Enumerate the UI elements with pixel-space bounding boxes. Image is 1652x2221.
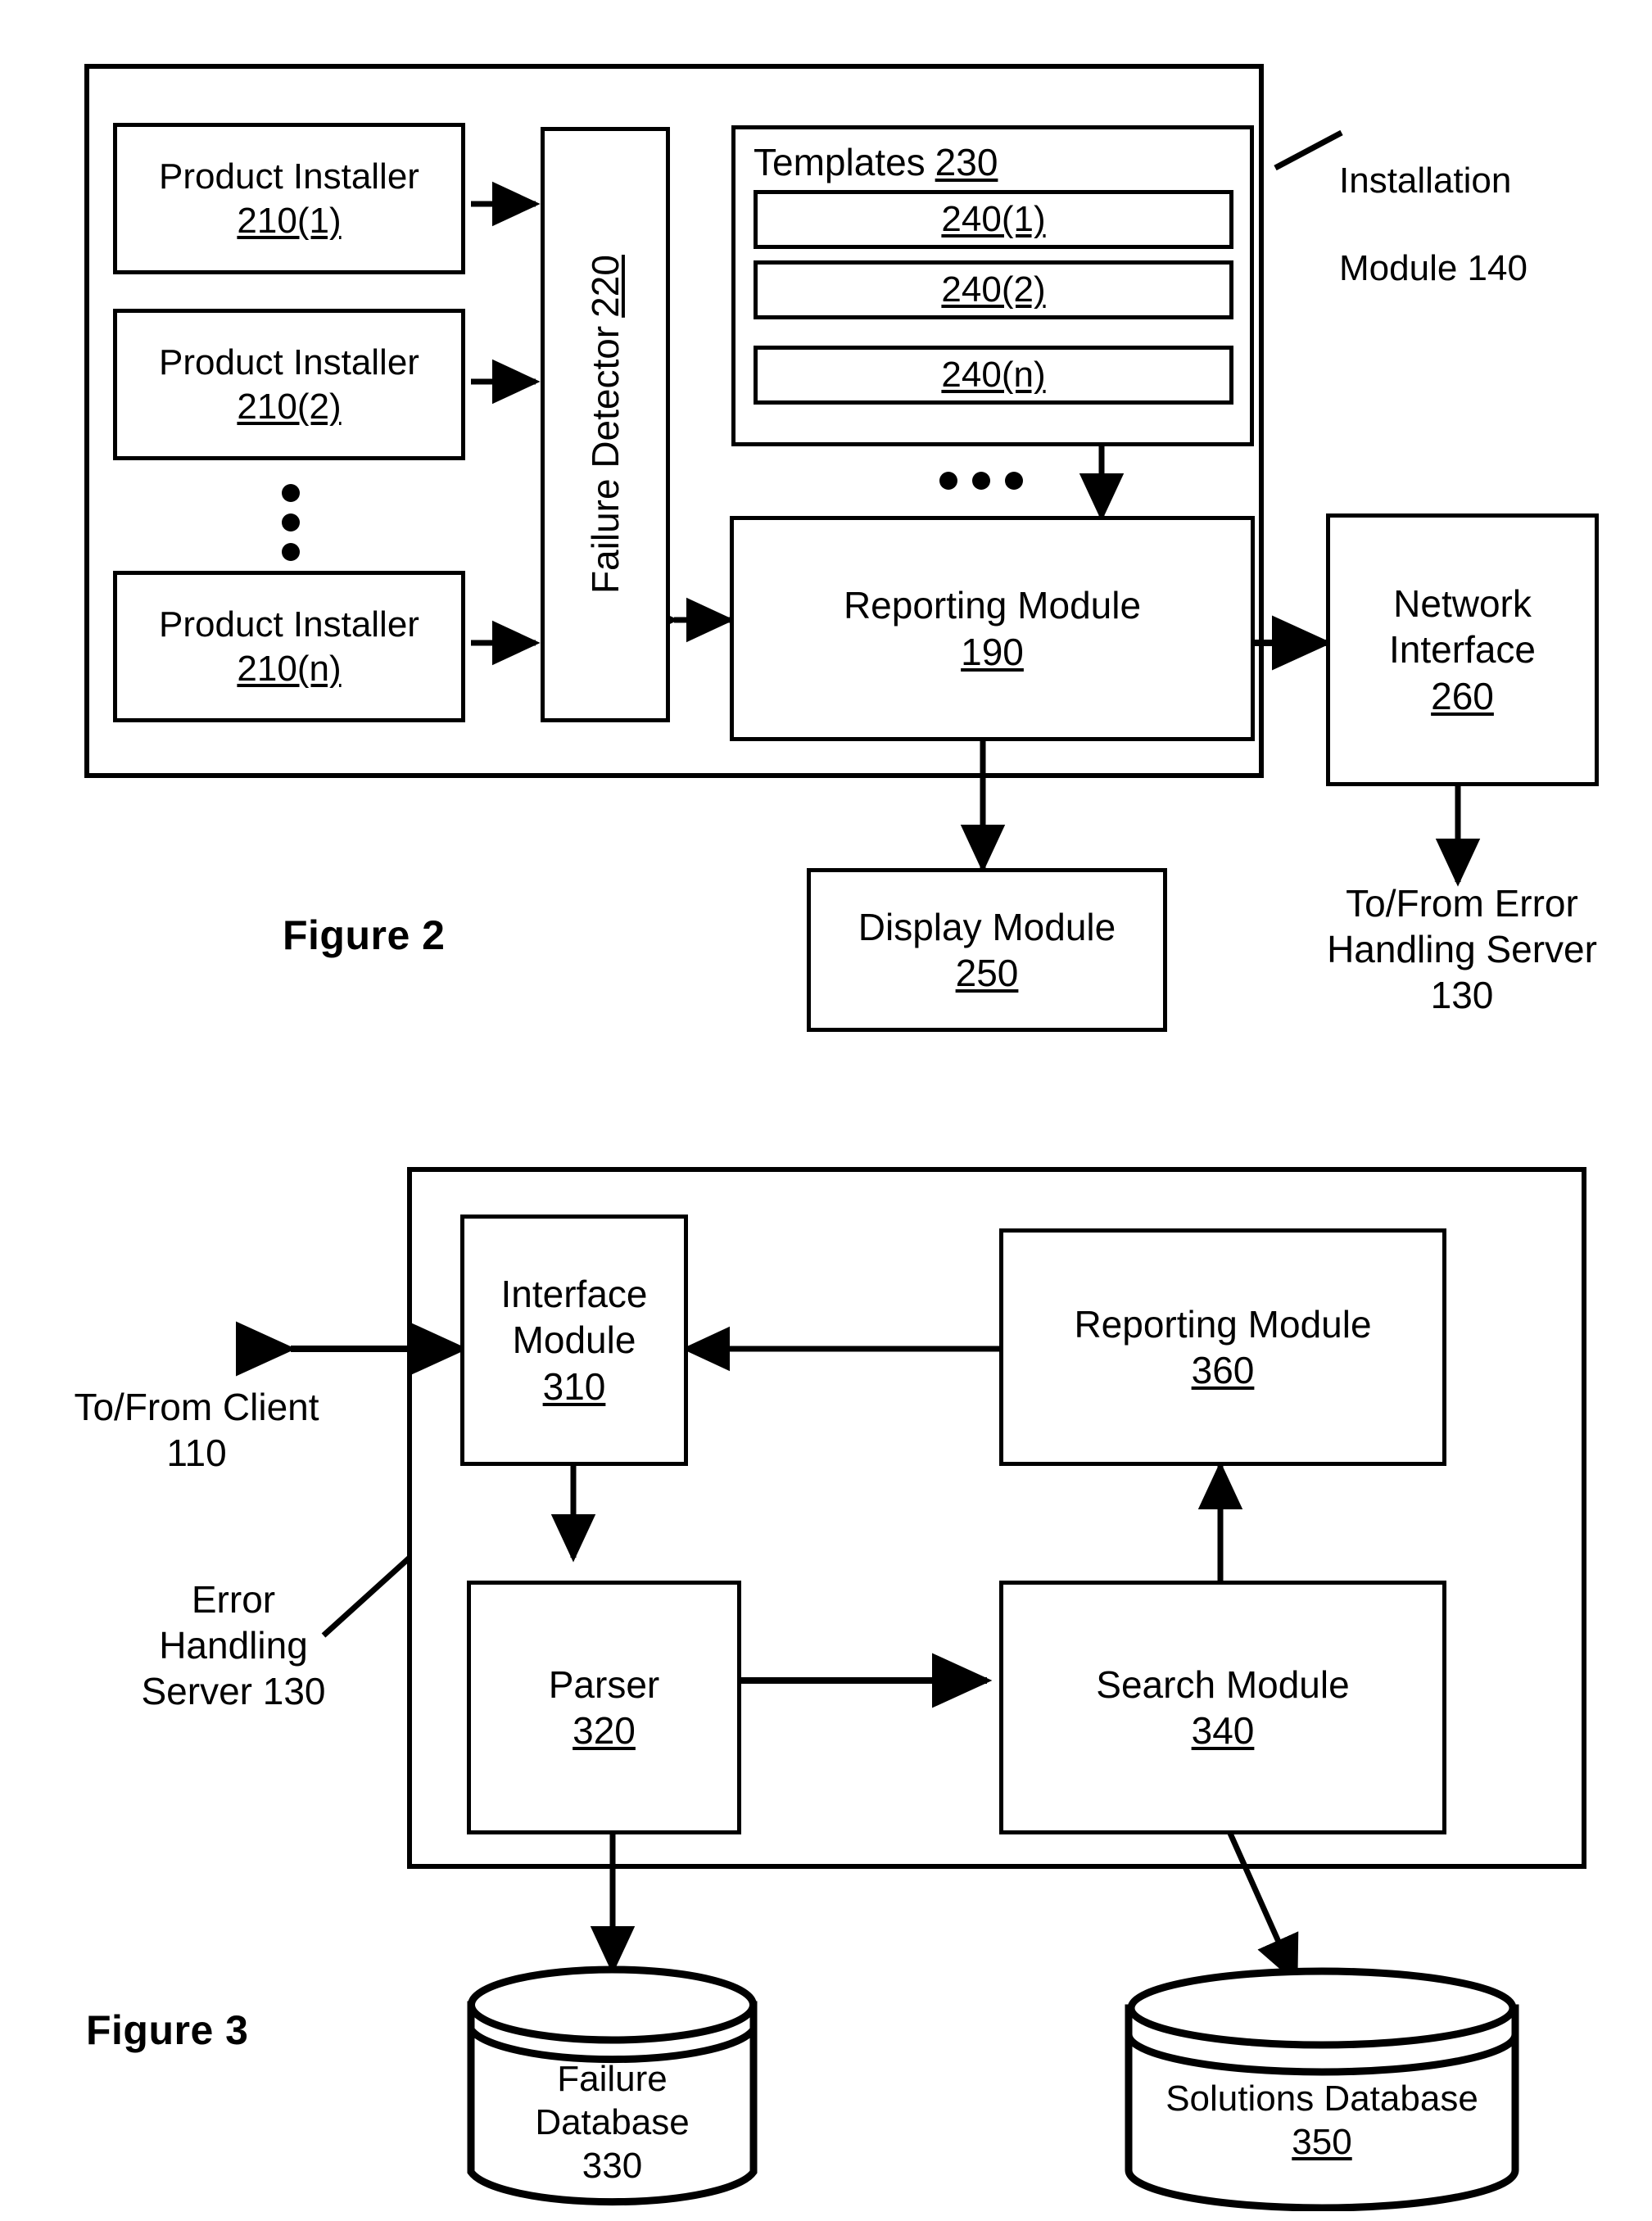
reporting-module-360[interactable]: Reporting Module 360	[999, 1228, 1446, 1466]
ellipsis-dot	[282, 484, 300, 502]
product-installer-210-n[interactable]: Product Installer 210(n)	[113, 571, 465, 722]
ellipsis-dot	[282, 513, 300, 532]
product-installer-210-1[interactable]: Product Installer 210(1)	[113, 123, 465, 274]
templates-230-title: Templates	[754, 141, 926, 183]
interface-module-310-label-line2: Module	[512, 1319, 636, 1362]
solutions-database-350-text: Solutions Database 350	[1120, 2078, 1523, 2164]
display-module-250[interactable]: Display Module 250	[807, 868, 1167, 1032]
network-interface-260-number: 260	[1431, 674, 1494, 717]
installation-module-outer-label: Installation Module 140	[1339, 115, 1609, 334]
template-240-1[interactable]: 240(1)	[754, 190, 1233, 250]
solutions-database-350-number: 350	[1292, 2121, 1352, 2162]
parser-320[interactable]: Parser 320	[467, 1581, 741, 1834]
interface-module-310-number: 310	[542, 1364, 606, 1408]
installation-module-label-line1: Installation	[1339, 160, 1512, 201]
search-module-340[interactable]: Search Module 340	[999, 1581, 1446, 1834]
reporting-module-190-label: Reporting Module	[843, 584, 1142, 627]
figure-2-caption: Figure 2	[283, 912, 446, 958]
failure-database-330-text: Failure Database 330	[463, 2058, 762, 2187]
product-installer-210-2-number: 210(2)	[237, 386, 342, 427]
product-installer-210-2[interactable]: Product Installer 210(2)	[113, 309, 465, 460]
to-from-error-handling-server-label: To/From Error Handling Server 130	[1327, 882, 1597, 1017]
template-240-n[interactable]: 240(n)	[754, 346, 1233, 405]
failure-database-330[interactable]: Failure Database 330	[463, 1965, 762, 2211]
reporting-module-360-number: 360	[1191, 1349, 1255, 1391]
ellipsis-dot	[282, 543, 300, 561]
error-handling-server-label: Error Handling Server 130	[141, 1578, 326, 1713]
figure-3-caption: Figure 3	[86, 2007, 249, 2053]
parser-320-label: Parser	[548, 1662, 660, 1706]
templates-230-number: 230	[935, 141, 998, 183]
product-installer-210-n-number: 210(n)	[237, 648, 342, 689]
solutions-database-350-label: Solutions Database	[1165, 2079, 1478, 2119]
to-from-client-label: To/From Client 110	[74, 1386, 319, 1475]
solutions-database-350[interactable]: Solutions Database 350	[1120, 1965, 1523, 2212]
reporting-module-360-label: Reporting Module	[1074, 1302, 1372, 1346]
display-module-250-number: 250	[955, 952, 1019, 994]
network-interface-260-label-line2: Interface	[1389, 628, 1536, 672]
product-installer-210-1-label: Product Installer	[159, 156, 419, 197]
failure-detector-220[interactable]: Failure Detector 220	[541, 127, 670, 722]
patent-drawing-sheet: Installation Module 140 Product Installe…	[0, 0, 1652, 2221]
templates-230-title-row: Templates 230	[735, 129, 1250, 190]
ellipsis-dot	[939, 472, 957, 490]
interface-module-310-label-line1: Interface	[500, 1273, 648, 1316]
search-module-340-number: 340	[1191, 1709, 1255, 1752]
failure-detector-220-number: 220	[583, 255, 627, 318]
product-installer-210-2-label: Product Installer	[159, 342, 419, 382]
templates-230-container: Templates 230 240(1) 240(2) 240(n)	[731, 125, 1254, 446]
network-interface-260-label-line1: Network	[1393, 582, 1532, 626]
installation-module-label-line2: Module 140	[1339, 248, 1528, 289]
failure-database-330-number: 330	[582, 2145, 643, 2186]
failure-detector-220-label: Failure Detector	[583, 325, 627, 595]
product-installer-210-n-label: Product Installer	[159, 604, 419, 645]
reporting-module-190[interactable]: Reporting Module 190	[730, 516, 1255, 741]
ellipsis-dot	[972, 472, 990, 490]
display-module-250-label: Display Module	[858, 905, 1116, 948]
template-240-2[interactable]: 240(2)	[754, 260, 1233, 320]
network-interface-260[interactable]: Network Interface 260	[1326, 513, 1599, 786]
search-module-340-label: Search Module	[1096, 1662, 1350, 1706]
failure-database-330-label-line1: Failure	[557, 2059, 668, 2099]
template-240-n-number: 240(n)	[941, 355, 1046, 396]
product-installer-vertical-ellipsis	[262, 473, 319, 572]
template-240-1-number: 240(1)	[941, 199, 1046, 240]
failure-database-330-label-line2: Database	[535, 2101, 690, 2142]
ellipsis-dot	[1005, 472, 1023, 490]
product-installer-210-1-number: 210(1)	[237, 200, 342, 241]
templates-horizontal-ellipsis	[924, 460, 1039, 501]
interface-module-310[interactable]: Interface Module 310	[460, 1215, 688, 1466]
parser-320-number: 320	[573, 1709, 636, 1752]
reporting-module-190-number: 190	[961, 630, 1024, 673]
template-240-2-number: 240(2)	[941, 269, 1046, 310]
failure-detector-220-rotated-text: Failure Detector 220	[582, 130, 628, 718]
